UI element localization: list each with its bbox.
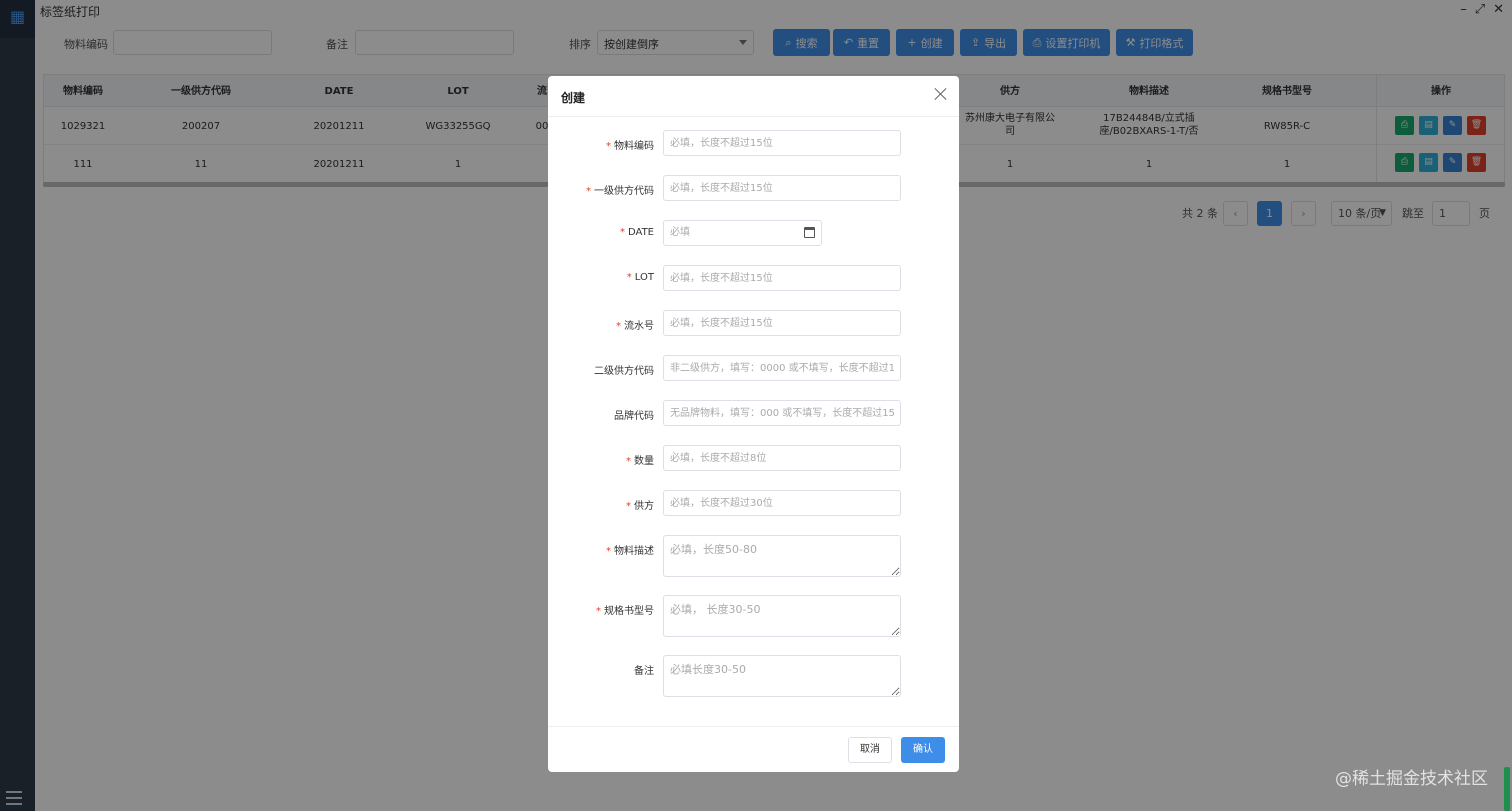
- watermark: @稀土掘金技术社区: [1335, 769, 1488, 789]
- field-label: * DATE: [619, 227, 654, 238]
- confirm-button[interactable]: 确认: [901, 737, 945, 763]
- lot-input[interactable]: [663, 265, 901, 291]
- secondary-supplier-code-input[interactable]: [663, 355, 901, 381]
- material-description-textarea[interactable]: [663, 535, 901, 577]
- dialog-header: 创建: [548, 76, 959, 117]
- dialog-title: 创建: [561, 91, 586, 105]
- dialog-footer: 取消 确认: [548, 726, 959, 772]
- field-label: 备注: [634, 666, 654, 677]
- supplier-input[interactable]: [663, 490, 901, 516]
- field-label: * LOT: [626, 272, 654, 283]
- remark-textarea[interactable]: [663, 655, 901, 697]
- spec-model-textarea[interactable]: [663, 595, 901, 637]
- field-label: * 规格书型号: [596, 606, 654, 617]
- field-label: * 流水号: [616, 321, 654, 332]
- material-code-input[interactable]: [663, 130, 901, 156]
- field-label: * 物料描述: [606, 546, 654, 557]
- field-label: * 供方: [626, 501, 654, 512]
- close-icon[interactable]: [934, 87, 948, 101]
- cancel-button[interactable]: 取消: [848, 737, 892, 763]
- field-label: * 数量: [626, 456, 654, 467]
- brand-code-input[interactable]: [663, 400, 901, 426]
- status-indicator: [1504, 767, 1510, 811]
- date-picker-input[interactable]: 必填: [663, 220, 822, 246]
- quantity-input[interactable]: [663, 445, 901, 471]
- primary-supplier-code-input[interactable]: [663, 175, 901, 201]
- create-dialog: 创建 *物料编码 *一级供方代码 *DATE 必填 *LOT *流水号 二级供方…: [548, 76, 959, 772]
- field-label: * 一级供方代码: [586, 186, 654, 197]
- calendar-icon: [804, 227, 815, 238]
- serial-number-input[interactable]: [663, 310, 901, 336]
- field-label: 品牌代码: [614, 411, 654, 422]
- field-label: 二级供方代码: [594, 366, 654, 377]
- field-label: * 物料编码: [606, 141, 654, 152]
